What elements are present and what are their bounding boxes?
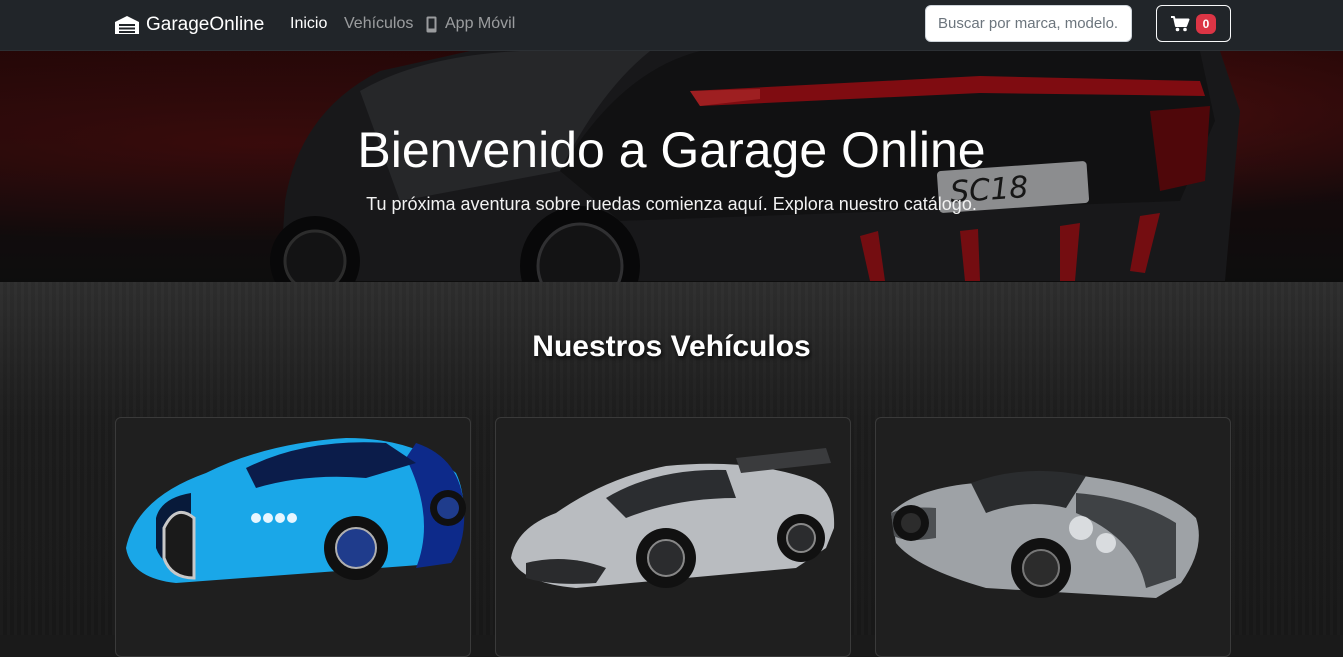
mobile-phone-icon <box>426 16 437 32</box>
nav-inicio[interactable]: Inicio <box>290 15 327 33</box>
nav-app-movil-label: App Móvil <box>445 15 516 32</box>
nav-vehiculos[interactable]: Vehículos <box>344 15 413 33</box>
hero-subtitle: Tu próxima aventura sobre ruedas comienz… <box>366 194 977 214</box>
cart-count-badge: 0 <box>1195 13 1217 34</box>
cart-button[interactable]: 0 <box>1156 5 1231 42</box>
silver-hypercar-image <box>511 448 835 588</box>
shopping-cart-icon <box>1170 15 1190 31</box>
hero-banner: SC18 Bienvenido a Garage Online Tu próxi… <box>0 51 1343 282</box>
vehicle-card[interactable] <box>875 417 1231 657</box>
silver-carbon-hypercar-image <box>891 470 1199 598</box>
nav-app-movil[interactable]: App Móvil <box>426 15 515 33</box>
vehicle-card[interactable] <box>495 417 851 657</box>
vehicle-card[interactable] <box>115 417 471 657</box>
hero-title: Bienvenido a Garage Online <box>357 122 986 178</box>
blue-hypercar-image <box>126 438 466 583</box>
brand-label: GarageOnline <box>146 14 265 35</box>
top-navbar: GarageOnline Inicio Vehículos App Móvil … <box>0 0 1343 51</box>
section-title: Nuestros Vehículos <box>532 330 811 363</box>
garage-icon <box>115 16 139 34</box>
search-input[interactable] <box>925 5 1132 42</box>
brand-link[interactable]: GarageOnline <box>114 12 264 38</box>
vehicles-section: Nuestros Vehículos <box>0 282 1343 657</box>
